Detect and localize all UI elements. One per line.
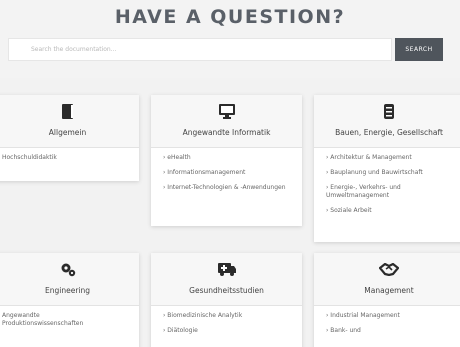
category-link[interactable]: › Biomedizinische Analytik <box>163 312 290 320</box>
server-icon <box>314 103 460 119</box>
page-title: HAVE A QUESTION? <box>114 6 346 28</box>
category-link[interactable]: › Industrial Management <box>326 312 452 320</box>
category-card-engineering[interactable]: Engineering Angewandte Produktionswissen… <box>0 253 139 347</box>
category-link-list: › Biomedizinische Analytik › Diätologie <box>151 306 302 335</box>
handshake-icon <box>314 261 460 277</box>
card-title: Allgemein <box>48 128 87 137</box>
category-link-list: › eHealth › Informationsmanagement › Int… <box>151 148 302 192</box>
category-link[interactable]: Hochschuldidaktik <box>2 154 127 162</box>
category-card-management[interactable]: Management › Industrial Management › Ban… <box>314 253 460 347</box>
category-link[interactable]: Angewandte Produktionswissenschaften <box>2 312 112 328</box>
category-link[interactable]: › Diätologie <box>163 327 290 335</box>
book-icon <box>0 103 139 119</box>
category-link-list: Hochschuldidaktik <box>0 148 139 162</box>
gears-icon <box>0 261 139 277</box>
category-link-list: › Industrial Management › Bank- und <box>314 306 460 335</box>
category-link[interactable]: › Soziale Arbeit <box>326 207 452 215</box>
card-title: Gesundheitsstudien <box>189 286 264 295</box>
category-link[interactable]: › Informationsmanagement <box>163 169 290 177</box>
category-link[interactable]: › eHealth <box>163 154 290 162</box>
category-link[interactable]: › Bank- und <box>326 327 452 335</box>
card-title: Management <box>364 286 414 295</box>
category-card-angewandte-informatik[interactable]: Angewandte Informatik › eHealth › Inform… <box>151 95 302 226</box>
category-link[interactable]: › Energie-, Verkehrs- und Umweltmanageme… <box>326 184 452 200</box>
ambulance-icon <box>151 261 302 277</box>
card-title: Engineering <box>45 286 90 295</box>
search-button[interactable]: SEARCH <box>395 38 443 61</box>
category-link[interactable]: › Architektur & Management <box>326 154 452 162</box>
card-header: Allgemein <box>0 95 139 148</box>
monitor-icon <box>151 103 302 119</box>
category-link[interactable]: › Bauplanung und Bauwirtschaft <box>326 169 452 177</box>
card-header: Management <box>314 253 460 306</box>
card-title: Angewandte Informatik <box>182 128 271 137</box>
card-header: Engineering <box>0 253 139 306</box>
card-header: Angewandte Informatik <box>151 95 302 148</box>
card-title: Bauen, Energie, Gesellschaft <box>335 128 443 137</box>
category-card-allgemein[interactable]: Allgemein Hochschuldidaktik <box>0 95 139 181</box>
category-link-list: › Architektur & Management › Bauplanung … <box>314 148 460 215</box>
category-link[interactable]: › Internet-Technologien & -Anwendungen <box>163 184 290 192</box>
category-link-list: Angewandte Produktionswissenschaften <box>0 306 139 328</box>
hero-header: HAVE A QUESTION? Search the documentatio… <box>0 0 460 78</box>
search-input[interactable]: Search the documentation... <box>8 38 392 61</box>
category-card-bauen-energie-gesellschaft[interactable]: Bauen, Energie, Gesellschaft › Architekt… <box>314 95 460 242</box>
category-card-gesundheitsstudien[interactable]: Gesundheitsstudien › Biomedizinische Ana… <box>151 253 302 347</box>
card-header: Bauen, Energie, Gesellschaft <box>314 95 460 148</box>
card-header: Gesundheitsstudien <box>151 253 302 306</box>
